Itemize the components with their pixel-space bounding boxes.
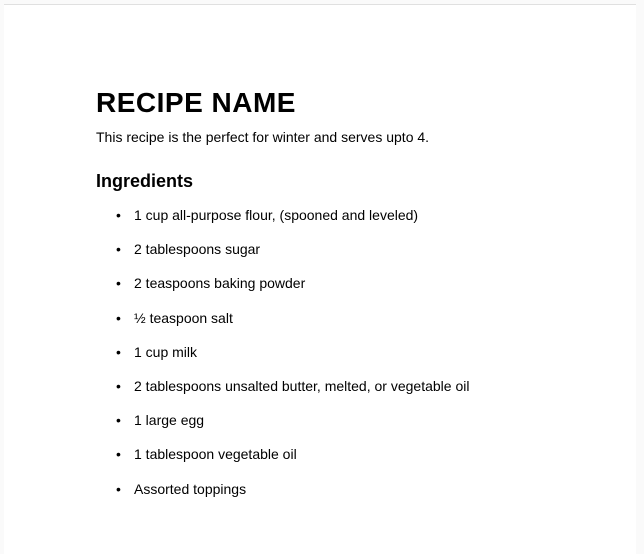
ingredients-list: 1 cup all-purpose flour, (spooned and le… — [96, 206, 544, 498]
list-item: ½ teaspoon salt — [134, 309, 544, 327]
recipe-subtitle: This recipe is the perfect for winter an… — [96, 129, 544, 145]
list-item: 2 tablespoons unsalted butter, melted, o… — [134, 377, 544, 395]
recipe-title: RECIPE NAME — [96, 87, 544, 119]
list-item: 2 teaspoons baking powder — [134, 274, 544, 292]
list-item: 1 tablespoon vegetable oil — [134, 445, 544, 463]
ingredients-heading: Ingredients — [96, 171, 544, 192]
list-item: 1 large egg — [134, 411, 544, 429]
list-item: 2 tablespoons sugar — [134, 240, 544, 258]
document-page: RECIPE NAME This recipe is the perfect f… — [4, 4, 636, 554]
list-item: Assorted toppings — [134, 480, 544, 498]
list-item: 1 cup milk — [134, 343, 544, 361]
list-item: 1 cup all-purpose flour, (spooned and le… — [134, 206, 544, 224]
